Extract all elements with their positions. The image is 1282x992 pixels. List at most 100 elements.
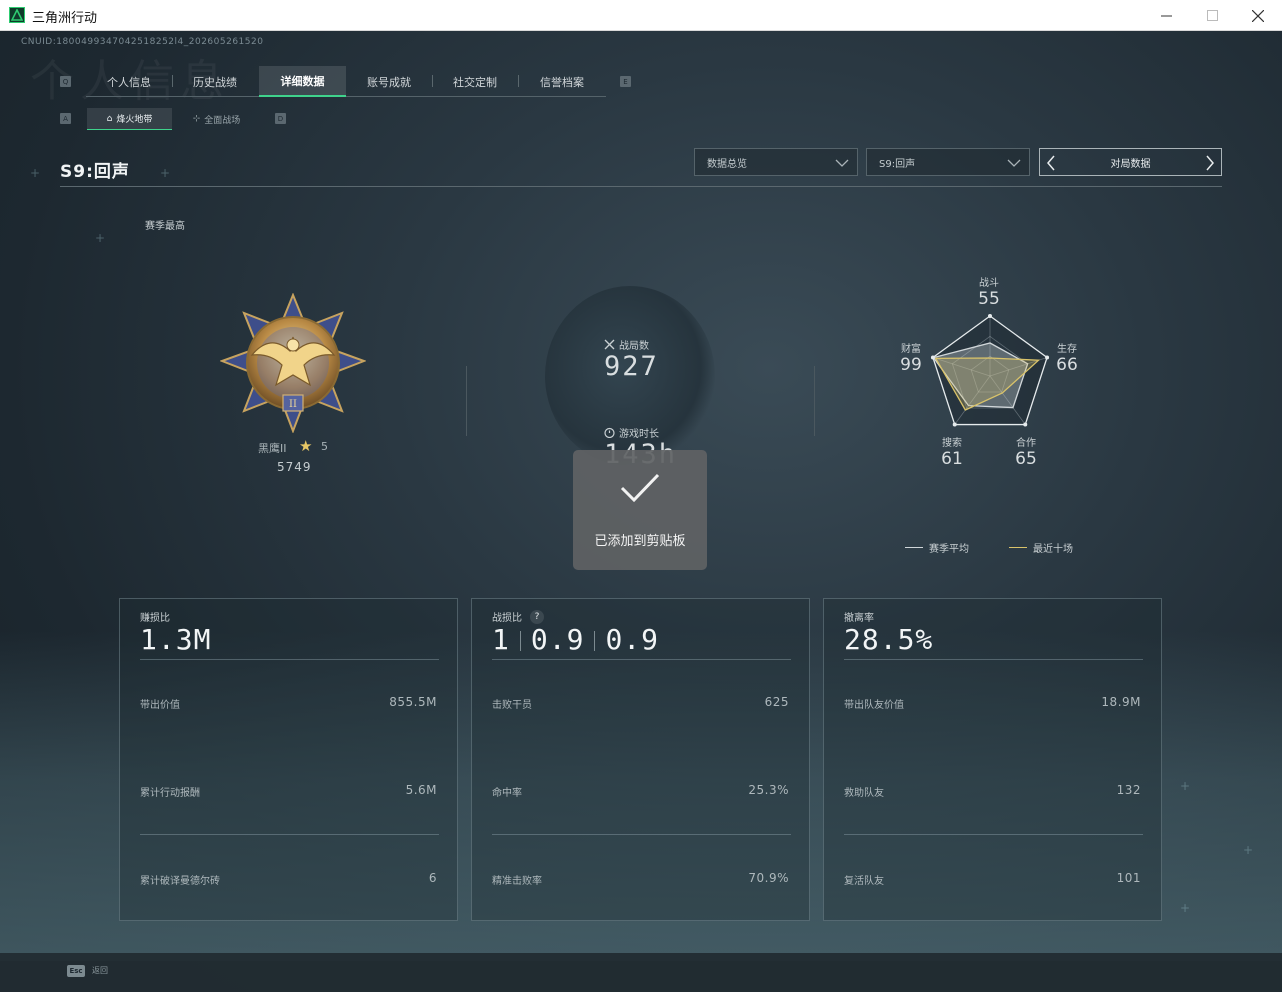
divider bbox=[466, 366, 467, 436]
ability-radar-chart bbox=[930, 314, 1050, 427]
pager-label: 对局数据 bbox=[1110, 158, 1151, 170]
subtab-label: 全面战场 bbox=[204, 115, 241, 126]
divider bbox=[519, 631, 521, 651]
row-value: 132 bbox=[1116, 783, 1141, 797]
back-label[interactable]: 返回 bbox=[92, 965, 108, 976]
divider bbox=[814, 366, 815, 436]
tab-personal-info[interactable]: 个人信息 bbox=[86, 66, 172, 97]
radar-axis-value: 66 bbox=[1056, 355, 1078, 375]
row-value: 101 bbox=[1116, 871, 1141, 885]
radar-axis-value: 61 bbox=[941, 449, 963, 469]
tab-next-key-hint: E bbox=[620, 76, 631, 87]
tab-match-history[interactable]: 历史战绩 bbox=[172, 66, 258, 97]
legend-season-average: 赛季平均 bbox=[905, 540, 969, 555]
matches-value: 927 bbox=[604, 351, 659, 382]
row-value: 5.6M bbox=[405, 783, 437, 797]
card-title-text: 战损比 bbox=[492, 613, 522, 624]
radar-vertex-dot bbox=[988, 314, 992, 318]
main-tab-bar: 个人信息 历史战绩 详细数据 账号成就 社交定制 信誉档案 bbox=[86, 66, 606, 97]
season-dropdown[interactable]: S9:回声 bbox=[866, 148, 1030, 176]
close-button[interactable] bbox=[1235, 0, 1281, 31]
rank-star-count: 5 bbox=[321, 440, 328, 453]
row-value: 70.9% bbox=[748, 871, 789, 885]
help-icon[interactable]: ? bbox=[530, 609, 544, 624]
dropdown-label: 数据总览 bbox=[707, 158, 747, 170]
legend-swatch bbox=[905, 547, 923, 548]
dropdown-label: S9:回声 bbox=[879, 158, 916, 170]
chevron-left-icon[interactable] bbox=[1046, 155, 1056, 171]
card-title: 赚损比 bbox=[140, 613, 170, 624]
row-label: 带出价值 bbox=[140, 700, 180, 711]
minimize-icon bbox=[1160, 15, 1172, 17]
chevron-right-icon[interactable] bbox=[1205, 155, 1215, 171]
deco-cross: + bbox=[160, 166, 171, 180]
subtab-warfare[interactable]: ⊹ 全面战场 bbox=[174, 108, 259, 130]
deco-cross: + bbox=[1180, 901, 1191, 915]
kd-value: 1 bbox=[492, 623, 510, 656]
stat-card-profit: 赚损比 1.3M 带出价值 855.5M 累计行动报酬 5.6M 累计破译曼德尔… bbox=[119, 598, 458, 921]
row-label: 精准击败率 bbox=[492, 876, 542, 887]
tab-divider bbox=[518, 75, 519, 87]
divider bbox=[844, 659, 1143, 660]
row-label: 复活队友 bbox=[844, 876, 884, 887]
deco-cross: + bbox=[1180, 779, 1191, 793]
card-main-value: 1 0.9 0.9 bbox=[492, 623, 659, 656]
matches-label: 战局数 bbox=[604, 337, 649, 352]
subtab-label: 烽火地带 bbox=[116, 115, 153, 125]
radar-axis-label: 战斗 bbox=[979, 278, 999, 289]
checkmark-icon bbox=[620, 473, 660, 503]
stat-card-kd: 战损比 ? 1 0.9 0.9 击败干员 625 命中率 25.3% 精准击败率 7… bbox=[471, 598, 810, 921]
rank-name: 黑鹰II bbox=[258, 442, 287, 455]
chevron-down-icon bbox=[1007, 159, 1021, 167]
subtab-operations-zone[interactable]: ⌂ 烽火地带 bbox=[87, 108, 172, 130]
legend-recent-ten: 最近十场 bbox=[1009, 540, 1073, 555]
playtime-label-text: 游戏时长 bbox=[619, 429, 659, 440]
divider bbox=[492, 659, 791, 660]
star-icon: ★ bbox=[299, 437, 313, 455]
data-filter-dropdown[interactable]: 数据总览 bbox=[694, 148, 858, 176]
legend-swatch bbox=[1009, 547, 1027, 548]
season-title: S9:回声 bbox=[60, 162, 130, 182]
radar-vertex-dot bbox=[930, 355, 935, 360]
divider bbox=[844, 834, 1143, 835]
crossed-swords-icon bbox=[604, 339, 615, 350]
tab-reputation[interactable]: 信誉档案 bbox=[518, 66, 606, 97]
row-value: 6 bbox=[428, 871, 437, 885]
match-data-pager: 对局数据 bbox=[1039, 148, 1222, 176]
game-screen: + + + + + + 个人信息 CNUID:18004993470425182… bbox=[0, 31, 1282, 992]
card-title: 撤离率 bbox=[844, 613, 874, 624]
close-icon bbox=[1252, 9, 1264, 22]
playtime-label: 游戏时长 bbox=[604, 425, 659, 440]
divider bbox=[140, 659, 439, 660]
radar-axis-value: 99 bbox=[900, 355, 922, 375]
subtab-prev-key-hint: A bbox=[60, 113, 71, 124]
tab-social-custom[interactable]: 社交定制 bbox=[432, 66, 518, 97]
row-label: 救助队友 bbox=[844, 788, 884, 799]
row-label: 累计破译曼德尔砖 bbox=[140, 876, 220, 887]
tab-achievements[interactable]: 账号成就 bbox=[346, 66, 432, 97]
radar-axis-value: 65 bbox=[1015, 449, 1037, 469]
bottom-bar: Esc 返回 bbox=[0, 953, 1282, 992]
crosshair-icon: ⊹ bbox=[192, 114, 201, 124]
row-label: 累计行动报酬 bbox=[140, 788, 200, 799]
chevron-down-icon bbox=[835, 159, 849, 167]
radar-axis-value: 55 bbox=[978, 289, 1000, 309]
tab-divider bbox=[432, 75, 433, 87]
kd-value: 0.9 bbox=[605, 623, 660, 656]
radar-axis-label: 搜索 bbox=[942, 438, 962, 449]
kd-value: 0.9 bbox=[530, 623, 585, 656]
radar-axis-label: 生存 bbox=[1057, 344, 1077, 355]
outpost-icon: ⌂ bbox=[106, 113, 113, 124]
toast-message: 已添加到剪贴板 bbox=[594, 534, 686, 549]
maximize-button[interactable] bbox=[1189, 0, 1235, 31]
row-label: 带出队友价值 bbox=[844, 700, 904, 711]
divider bbox=[60, 186, 1222, 187]
minimize-button[interactable] bbox=[1143, 0, 1189, 31]
radar-axis-label: 财富 bbox=[901, 344, 921, 355]
tab-detailed-data[interactable]: 详细数据 bbox=[259, 66, 346, 97]
matches-label-text: 战局数 bbox=[619, 341, 649, 352]
row-value: 855.5M bbox=[389, 695, 437, 709]
divider bbox=[140, 834, 439, 835]
esc-key-hint[interactable]: Esc bbox=[67, 965, 85, 977]
deco-cross: + bbox=[1243, 843, 1254, 857]
